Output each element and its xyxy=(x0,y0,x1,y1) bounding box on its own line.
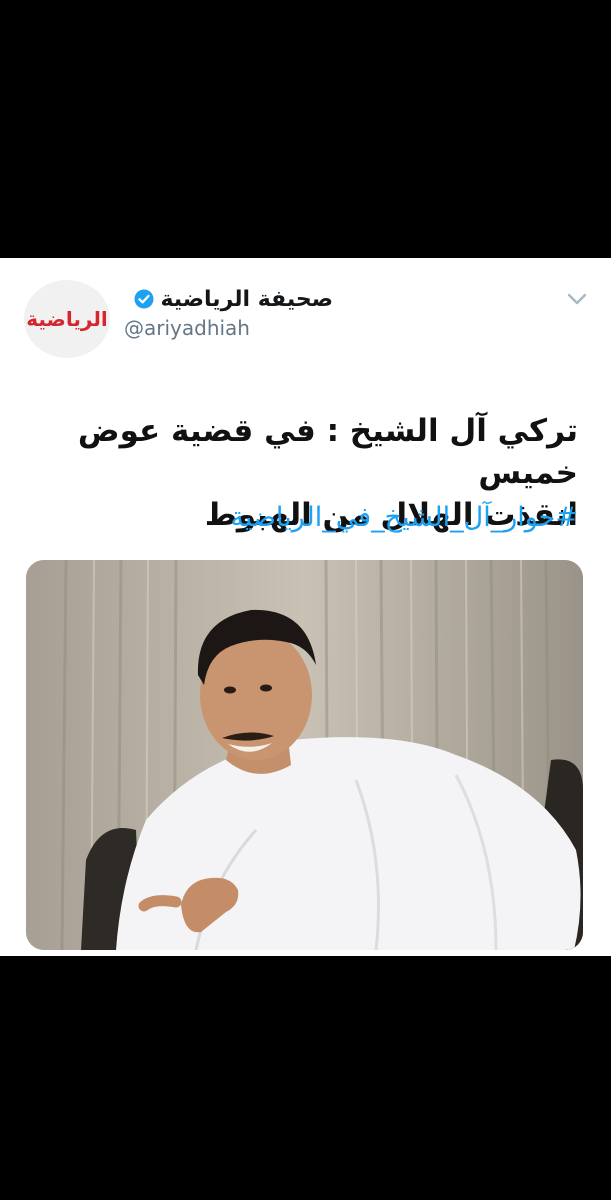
author-row: صحيفة الرياضية xyxy=(134,282,333,316)
tweet-text-line-1: تركي آل الشيخ : في قضية عوض خميس xyxy=(77,413,578,491)
avatar-logo: الرياضية xyxy=(26,307,108,331)
chevron-down-icon[interactable] xyxy=(566,290,588,308)
tweet-photo[interactable] xyxy=(26,560,583,950)
author-name[interactable]: صحيفة الرياضية xyxy=(160,287,333,312)
hashtag-link[interactable]: #حوار_آل_الشيخ_في_الرياضية xyxy=(30,500,578,536)
avatar[interactable]: الرياضية xyxy=(24,280,110,358)
photo-illustration xyxy=(26,560,583,950)
author-handle[interactable]: @ariyadhiah xyxy=(124,316,324,340)
verified-badge-icon xyxy=(134,289,154,309)
